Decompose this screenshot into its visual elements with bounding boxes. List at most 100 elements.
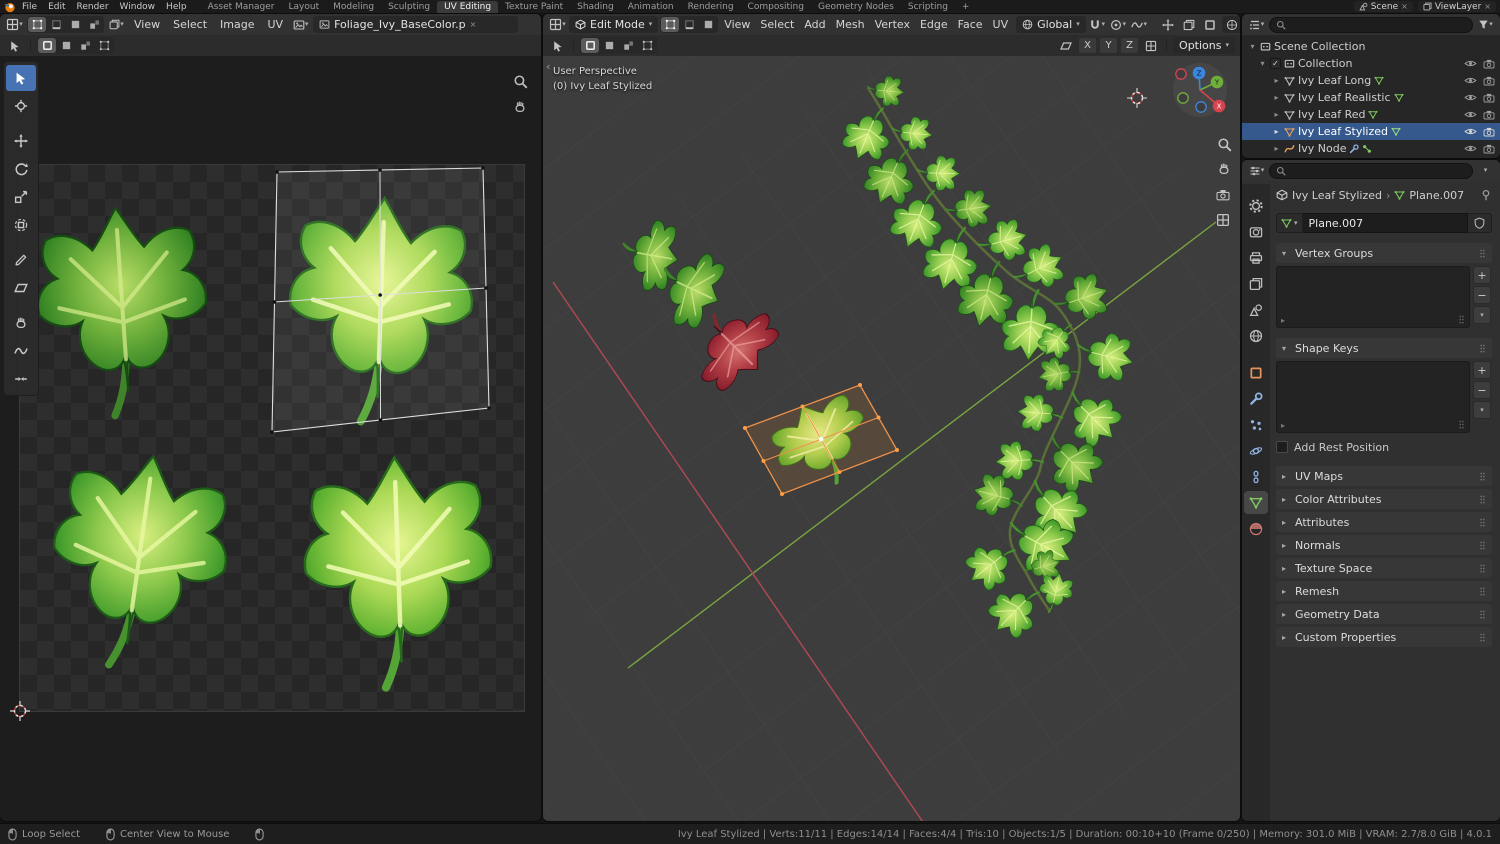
panel-attributes[interactable]: ▸ Attributes <box>1276 512 1492 532</box>
workspace-tab-scripting[interactable]: Scripting <box>901 1 955 13</box>
disable-render-camera-icon[interactable] <box>1483 76 1495 86</box>
editor-type-properties-button[interactable]: ▾ <box>1247 162 1266 179</box>
gizmo-x-neg[interactable] <box>1175 68 1187 80</box>
breadcrumb-data[interactable]: Plane.007 <box>1409 189 1464 202</box>
uv-select-op-subtract[interactable] <box>76 38 94 53</box>
outliner-item-ivy-node[interactable]: ▸ Ivy Node <box>1242 140 1500 157</box>
mirror-y-toggle[interactable]: Y <box>1100 38 1118 53</box>
uv-island-wireframe[interactable] <box>270 166 491 434</box>
shape-key-add-button[interactable]: + <box>1473 361 1491 379</box>
panel-geometry-data[interactable]: ▸ Geometry Data <box>1276 604 1492 624</box>
menu-render[interactable]: Render <box>72 2 114 12</box>
tab-output[interactable] <box>1244 246 1268 269</box>
select-mode-edge-button[interactable] <box>680 17 698 32</box>
mirror-x-toggle[interactable]: X <box>1079 38 1097 53</box>
uv-active-tool-icon[interactable] <box>5 37 24 54</box>
hide-viewport-eye-icon[interactable] <box>1464 110 1477 119</box>
editor-type-uv-button[interactable]: ▾ <box>5 16 24 33</box>
workspace-tab-animation[interactable]: Animation <box>621 1 681 13</box>
panel-grip-icon[interactable] <box>1479 586 1486 597</box>
options-dropdown[interactable]: Options ▾ <box>1173 37 1235 54</box>
editor-type-viewport-button[interactable]: ▾ <box>548 16 567 33</box>
list-grip-icon[interactable] <box>1458 419 1465 430</box>
workspace-tab-uv-editing[interactable]: UV Editing <box>437 0 499 13</box>
collection-checkbox[interactable]: ✓ <box>1270 58 1281 69</box>
workspace-tab-geometry-nodes[interactable]: Geometry Nodes <box>811 1 901 13</box>
tab-view-layer[interactable] <box>1244 272 1268 295</box>
uv-select-op-extend[interactable] <box>57 38 75 53</box>
properties-filter-button[interactable]: ▾ <box>1476 162 1495 179</box>
gizmo-z-neg[interactable] <box>1195 101 1207 113</box>
outliner-row-collection[interactable]: ▾ ✓ Collection <box>1242 55 1500 72</box>
tab-render[interactable] <box>1244 220 1268 243</box>
vp-menu-mesh[interactable]: Mesh <box>832 17 869 32</box>
gizmo-y-neg[interactable] <box>1177 92 1189 104</box>
vp-select-op-extend[interactable] <box>600 38 618 53</box>
vp-menu-select[interactable]: Select <box>756 17 798 32</box>
menu-help[interactable]: Help <box>161 2 192 12</box>
properties-search-input[interactable] <box>1269 162 1473 179</box>
tab-object-data[interactable] <box>1244 491 1268 514</box>
proportional-editing-toggle[interactable]: ▾ <box>1109 16 1128 33</box>
xray-toggle[interactable] <box>1201 16 1220 33</box>
browse-mesh-button[interactable]: ▾ <box>1276 213 1303 233</box>
hide-viewport-eye-icon[interactable] <box>1464 127 1477 136</box>
hide-viewport-eye-icon[interactable] <box>1464 76 1477 85</box>
hide-viewport-eye-icon[interactable] <box>1464 144 1477 153</box>
uv-canvas[interactable] <box>0 56 541 821</box>
vp-menu-edge[interactable]: Edge <box>916 17 952 32</box>
tool-rotate[interactable] <box>6 156 36 182</box>
disable-render-camera-icon[interactable] <box>1483 127 1495 137</box>
vp-menu-uv[interactable]: UV <box>989 17 1013 32</box>
fake-user-shield-button[interactable] <box>1468 213 1492 233</box>
uv-menu-image[interactable]: Image <box>215 17 259 32</box>
browse-image-button[interactable]: ▾ <box>291 16 310 33</box>
vp-zoom-icon[interactable] <box>1218 138 1232 152</box>
menu-file[interactable]: File <box>17 2 42 12</box>
menu-window[interactable]: Window <box>115 2 161 12</box>
transform-orientation-dropdown[interactable]: Global ▾ <box>1016 16 1086 33</box>
workspace-tab-sculpting[interactable]: Sculpting <box>381 1 437 13</box>
vertex-group-remove-button[interactable]: − <box>1473 286 1491 304</box>
vp-perspective-toggle-icon[interactable] <box>1216 213 1230 227</box>
panel-custom-properties[interactable]: ▸ Custom Properties <box>1276 627 1492 647</box>
vp-select-op-new[interactable] <box>581 38 599 53</box>
select-mode-vertex-button[interactable] <box>661 17 680 32</box>
proportional-falloff-icon[interactable]: ▾ <box>1130 16 1149 33</box>
tool-shear[interactable] <box>6 275 36 301</box>
uv-select-face-button[interactable] <box>66 17 84 32</box>
tab-physics[interactable] <box>1244 439 1268 462</box>
vp-select-op-subtract[interactable] <box>619 38 637 53</box>
collapse-header-icon[interactable]: ‹ <box>546 60 550 73</box>
panel-remesh[interactable]: ▸ Remesh <box>1276 581 1492 601</box>
tool-annotate[interactable] <box>6 247 36 273</box>
disclosure-icon[interactable]: ▸ <box>1272 127 1281 136</box>
uv-select-op-new[interactable] <box>38 38 56 53</box>
disclosure-icon[interactable]: ▾ <box>1248 42 1257 51</box>
vp-active-tool-icon[interactable] <box>548 37 567 54</box>
panel-grip-icon[interactable] <box>1479 632 1486 643</box>
select-mode-face-button[interactable] <box>699 17 717 32</box>
shape-key-specials-button[interactable]: ▾ <box>1473 401 1491 419</box>
uv-menu-view[interactable]: View <box>129 17 165 32</box>
panel-grip-icon[interactable] <box>1479 248 1486 259</box>
workspace-add-button[interactable]: + <box>955 1 977 13</box>
panel-grip-icon[interactable] <box>1479 517 1486 528</box>
uv-menu-uv[interactable]: UV <box>263 17 289 32</box>
pin-icon[interactable] <box>1480 189 1492 201</box>
outliner-item-ivy-leaf-red[interactable]: ▸ Ivy Leaf Red <box>1242 106 1500 123</box>
mirror-z-toggle[interactable]: Z <box>1121 38 1139 53</box>
panel-grip-icon[interactable] <box>1479 343 1486 354</box>
view-layer-unlink-icon[interactable]: × <box>1484 2 1491 11</box>
tool-pinch[interactable] <box>6 366 36 392</box>
disable-render-camera-icon[interactable] <box>1483 59 1495 69</box>
panel-grip-icon[interactable] <box>1479 494 1486 505</box>
shape-keys-list[interactable]: ▸ <box>1276 361 1470 433</box>
tab-constraints[interactable] <box>1244 465 1268 488</box>
outliner-row-scene-collection[interactable]: ▾ Scene Collection <box>1242 38 1500 55</box>
panel-grip-icon[interactable] <box>1479 540 1486 551</box>
shape-key-remove-button[interactable]: − <box>1473 381 1491 399</box>
viewport-canvas[interactable]: Z Y X <box>543 56 1240 821</box>
tab-tool[interactable] <box>1244 194 1268 217</box>
show-overlays-toggle[interactable] <box>1180 16 1199 33</box>
